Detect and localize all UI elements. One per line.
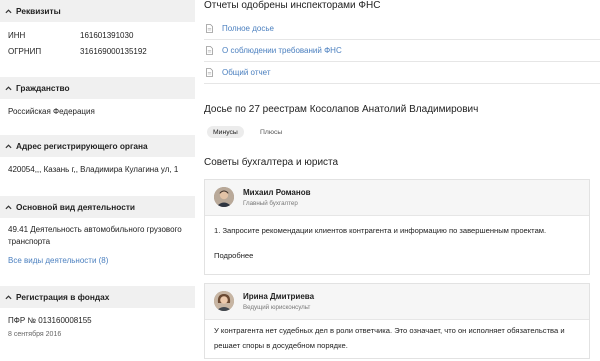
- activity-value-line1: 49.41 Деятельность автомобильного грузов…: [8, 225, 182, 234]
- pfr-date: 8 сентября 2016: [8, 331, 62, 338]
- expert-name: Ирина Дмитриева: [243, 292, 315, 301]
- chevron-up-icon[interactable]: [0, 196, 16, 218]
- funds-title: Регистрация в фондах: [16, 292, 110, 302]
- address-value: 420054,,, Казань г,, Владимира Кулагина …: [8, 165, 179, 174]
- citizenship-value: Российская Федерация: [8, 107, 95, 116]
- requisites-title: Реквизиты: [16, 6, 61, 16]
- dossier-title: Досье по 27 реестрам Косолапов Анатолий …: [204, 104, 479, 115]
- left-column: Реквизиты ИНН 161601391030 ОГРНИП 316169…: [0, 0, 195, 361]
- fns-reports-title: Отчеты одобрены инспекторами ФНС: [204, 0, 381, 11]
- advice-title: Советы бухгалтера и юриста: [204, 157, 339, 168]
- document-icon: [204, 68, 222, 77]
- report-fns-compliance-label[interactable]: О соблюдении требований ФНС: [222, 46, 342, 55]
- expert-name: Михаил Романов: [243, 188, 311, 197]
- report-general[interactable]: Общий отчет: [204, 62, 600, 84]
- right-column: Отчеты одобрены инспекторами ФНС Полное …: [204, 0, 600, 361]
- advice-card-lawyer: Ирина Дмитриева Ведущий юрисконсульт У к…: [204, 283, 590, 359]
- funds-section-header[interactable]: Регистрация в фондах: [0, 286, 195, 308]
- card-body: У контрагента нет судебных дел в роли от…: [205, 320, 589, 353]
- expert-role: Главный бухгалтер: [243, 200, 298, 207]
- report-full-dossier[interactable]: Полное досье: [204, 18, 600, 40]
- inn-label: ИНН: [8, 31, 26, 40]
- activity-title: Основной вид деятельности: [16, 202, 136, 212]
- expert-role: Ведущий юрисконсульт: [243, 304, 311, 311]
- advice-card-accountant: Михаил Романов Главный бухгалтер 1. Запр…: [204, 179, 590, 275]
- requisites-section-header[interactable]: Реквизиты: [0, 0, 195, 22]
- avatar: [214, 291, 234, 311]
- advice-text-line2: решает споры в досудебном порядке.: [214, 341, 348, 350]
- chevron-up-icon[interactable]: [0, 286, 16, 308]
- ogrnip-value: 316169000135192: [80, 47, 147, 56]
- card-header: Михаил Романов Главный бухгалтер: [205, 180, 589, 216]
- report-full-dossier-label[interactable]: Полное досье: [222, 24, 274, 33]
- advice-text-line1: У контрагента нет судебных дел в роли от…: [214, 326, 565, 335]
- chevron-up-icon[interactable]: [0, 0, 16, 22]
- document-icon: [204, 24, 222, 33]
- more-link[interactable]: Подробнее: [214, 248, 580, 263]
- tab-pluses[interactable]: Плюсы: [254, 126, 288, 138]
- tab-minuses[interactable]: Минусы: [207, 126, 244, 138]
- report-fns-compliance[interactable]: О соблюдении требований ФНС: [204, 40, 600, 62]
- pfr-number: ПФР № 013160008155: [8, 316, 92, 325]
- address-section-header[interactable]: Адрес регистрирующего органа: [0, 135, 195, 157]
- report-general-label[interactable]: Общий отчет: [222, 68, 271, 77]
- advice-text: 1. Запросите рекомендации клиентов контр…: [214, 226, 547, 235]
- citizenship-section-header[interactable]: Гражданство: [0, 77, 195, 99]
- all-activities-link[interactable]: Все виды деятельности (8): [8, 255, 108, 266]
- inn-value: 161601391030: [80, 31, 134, 40]
- ogrnip-label: ОГРНИП: [8, 47, 42, 56]
- activity-section-header[interactable]: Основной вид деятельности: [0, 196, 195, 218]
- avatar: [214, 187, 234, 207]
- card-body: 1. Запросите рекомендации клиентов контр…: [205, 216, 589, 263]
- address-title: Адрес регистрирующего органа: [16, 141, 148, 151]
- activity-value-line2: транспорта: [8, 237, 51, 246]
- chevron-up-icon[interactable]: [0, 135, 16, 157]
- citizenship-title: Гражданство: [16, 83, 70, 93]
- card-header: Ирина Дмитриева Ведущий юрисконсульт: [205, 284, 589, 320]
- chevron-up-icon[interactable]: [0, 77, 16, 99]
- document-icon: [204, 46, 222, 55]
